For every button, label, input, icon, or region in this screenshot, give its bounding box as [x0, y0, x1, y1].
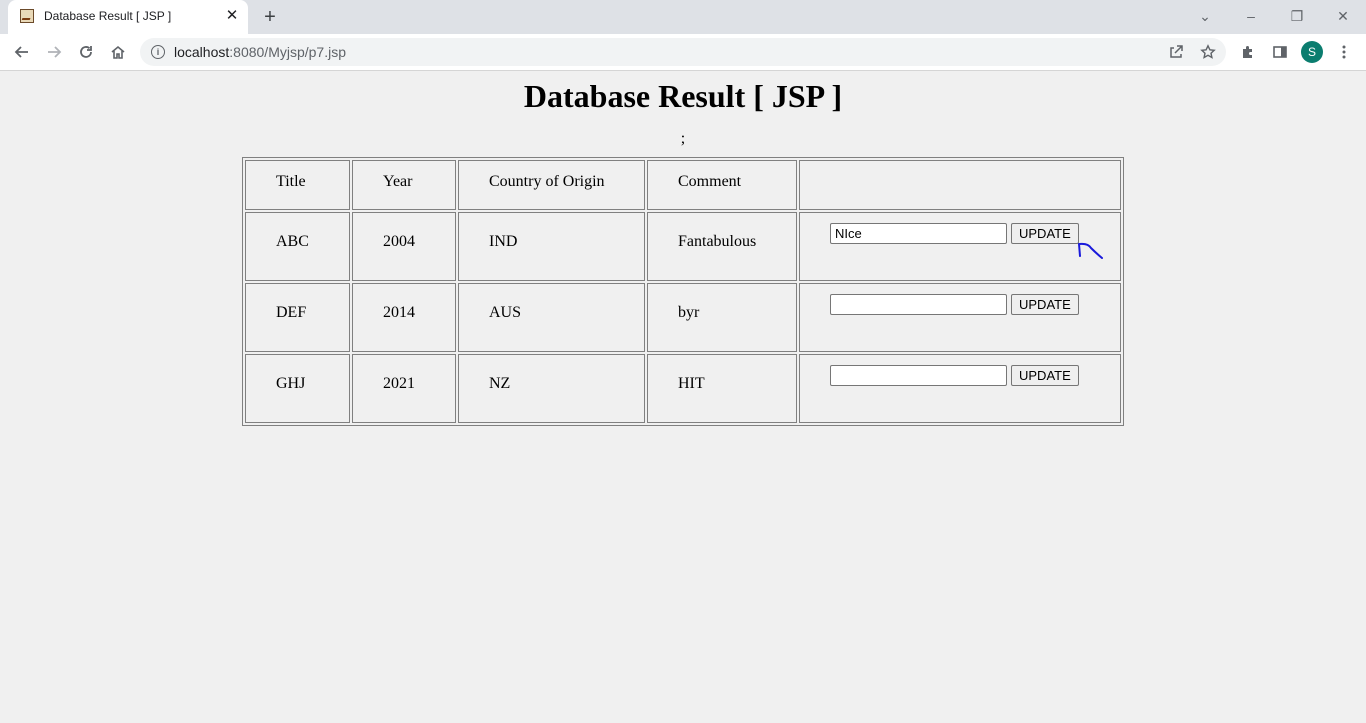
cell-country: IND — [458, 212, 645, 281]
profile-avatar[interactable]: S — [1301, 41, 1323, 63]
page-title: Database Result [ JSP ] — [523, 78, 843, 114]
extensions-icon[interactable] — [1236, 40, 1260, 64]
stray-text: ; — [680, 130, 686, 147]
comment-input[interactable] — [830, 223, 1007, 244]
cell-comment: Fantabulous — [647, 212, 797, 281]
cell-title: ABC — [245, 212, 350, 281]
comment-input[interactable] — [830, 365, 1007, 386]
header-country: Country of Origin — [458, 160, 645, 210]
cell-action: UPDATE — [799, 212, 1121, 281]
cell-title: DEF — [245, 283, 350, 352]
cell-year: 2021 — [352, 354, 456, 423]
cell-comment: byr — [647, 283, 797, 352]
comment-input[interactable] — [830, 294, 1007, 315]
annotation-arrow-icon — [1078, 242, 1103, 259]
cell-action: UPDATE — [799, 354, 1121, 423]
back-icon[interactable] — [10, 40, 34, 64]
header-year: Year — [352, 160, 456, 210]
update-button[interactable]: UPDATE — [1011, 223, 1079, 244]
info-icon[interactable]: i — [151, 45, 165, 59]
tab-strip: Database Result [ JSP ] ✕ + ⌄ – ❐ ✕ — [0, 0, 1366, 34]
cell-comment: HIT — [647, 354, 797, 423]
table-header-row: Title Year Country of Origin Comment — [245, 160, 1121, 210]
sidepanel-icon[interactable] — [1268, 40, 1292, 64]
favicon-icon — [20, 9, 34, 23]
header-title: Title — [245, 160, 350, 210]
update-button[interactable]: UPDATE — [1011, 365, 1079, 386]
header-action — [799, 160, 1121, 210]
browser-toolbar: i localhost:8080/Myjsp/p7.jsp S — [0, 34, 1366, 71]
restore-button[interactable]: ❐ — [1282, 4, 1312, 28]
address-bar[interactable]: i localhost:8080/Myjsp/p7.jsp — [140, 38, 1226, 66]
home-icon[interactable] — [106, 40, 130, 64]
reload-icon[interactable] — [74, 40, 98, 64]
tab-title: Database Result [ JSP ] — [44, 9, 172, 23]
tab-search-icon[interactable]: ⌄ — [1190, 4, 1220, 28]
cell-country: AUS — [458, 283, 645, 352]
url-text: localhost:8080/Myjsp/p7.jsp — [174, 44, 346, 60]
update-button[interactable]: UPDATE — [1011, 294, 1079, 315]
menu-icon[interactable] — [1332, 40, 1356, 64]
forward-icon[interactable] — [42, 40, 66, 64]
header-comment: Comment — [647, 160, 797, 210]
results-table: Title Year Country of Origin Comment ABC… — [242, 157, 1124, 426]
table-row: ABC 2004 IND Fantabulous UPDATE — [245, 212, 1121, 281]
table-row: GHJ 2021 NZ HIT UPDATE — [245, 354, 1121, 423]
new-tab-button[interactable]: + — [258, 6, 282, 28]
tab-close-icon[interactable]: ✕ — [224, 8, 240, 24]
cell-year: 2004 — [352, 212, 456, 281]
close-window-button[interactable]: ✕ — [1328, 4, 1358, 28]
star-icon[interactable] — [1198, 42, 1218, 62]
cell-year: 2014 — [352, 283, 456, 352]
minimize-button[interactable]: – — [1236, 4, 1266, 28]
table-row: DEF 2014 AUS byr UPDATE — [245, 283, 1121, 352]
cell-title: GHJ — [245, 354, 350, 423]
cell-country: NZ — [458, 354, 645, 423]
browser-tab[interactable]: Database Result [ JSP ] ✕ — [8, 0, 248, 34]
cell-action: UPDATE — [799, 283, 1121, 352]
share-icon[interactable] — [1166, 42, 1186, 62]
